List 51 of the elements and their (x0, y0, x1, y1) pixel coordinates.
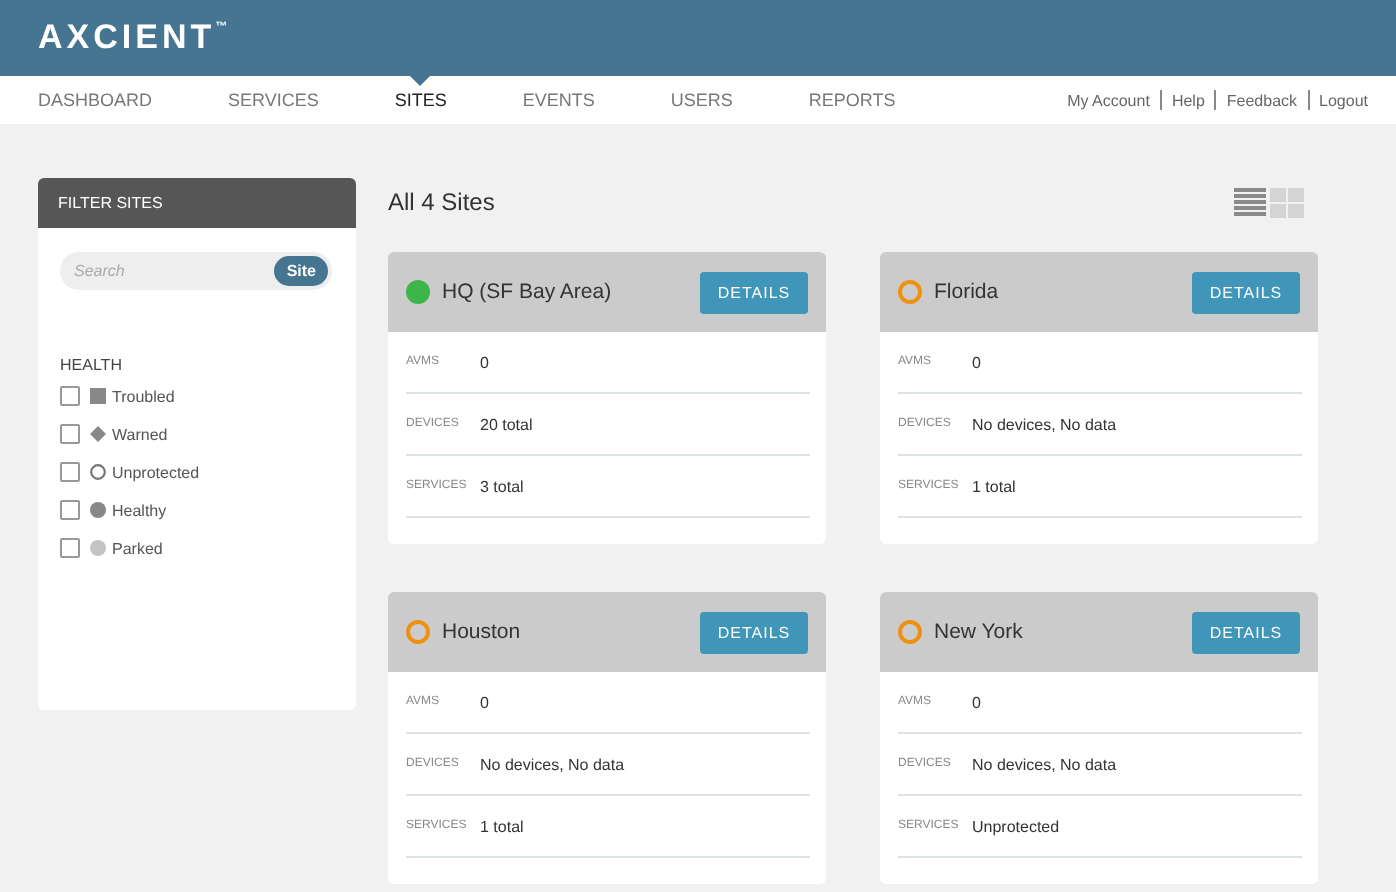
nav-tab[interactable]: USERS (670, 76, 733, 124)
square-icon (90, 388, 106, 404)
account-link[interactable]: My Account (1067, 91, 1150, 109)
row-value: 0 (972, 353, 981, 371)
filter-label: Healthy (112, 501, 167, 519)
filter-label: Parked (112, 539, 163, 557)
nav-tab[interactable]: SERVICES (228, 76, 319, 124)
site-name: HQ (SF Bay Area) (442, 280, 614, 304)
checkbox[interactable] (60, 500, 80, 520)
nav-tab[interactable]: EVENTS (522, 76, 595, 124)
row-value: Unprotected (972, 817, 1060, 835)
details-button[interactable]: DETAILS (1192, 611, 1300, 653)
diamond-icon (90, 426, 106, 442)
dot-icon (90, 502, 106, 518)
page-title: All 4 Sites (388, 188, 495, 216)
site-name: Houston (442, 620, 523, 644)
section-heading: HEALTH (60, 356, 124, 374)
checkbox[interactable] (60, 386, 80, 406)
filter-label: Unprotected (112, 463, 200, 481)
row-value: 0 (480, 693, 489, 711)
dot-icon (90, 540, 106, 556)
row-value: No devices, No data (972, 755, 1117, 773)
row-value: 1 total (972, 477, 1016, 495)
details-button[interactable]: DETAILS (1192, 271, 1300, 313)
row-value: 0 (480, 353, 489, 371)
filter-label: Troubled (112, 387, 175, 405)
account-link[interactable]: Feedback (1226, 91, 1298, 109)
row-value: No devices, No data (480, 755, 625, 773)
row-value: 20 total (480, 415, 533, 433)
nav-tab[interactable]: SITES (394, 76, 447, 124)
panel-title: FILTER SITES (38, 178, 356, 228)
account-link[interactable]: Logout (1319, 91, 1368, 109)
row-value: 3 total (480, 477, 524, 495)
search-field[interactable]: Search Site (60, 252, 332, 290)
account-link[interactable]: Help (1171, 91, 1205, 109)
list-view-icon[interactable] (1234, 187, 1266, 217)
checkbox[interactable] (60, 462, 80, 482)
row-value: 0 (972, 693, 981, 711)
row-value: No devices, No data (972, 415, 1117, 433)
details-button[interactable]: DETAILS (700, 611, 808, 653)
row-value: 1 total (480, 817, 524, 835)
circle-icon (90, 464, 106, 480)
nav-tab[interactable]: REPORTS (808, 76, 896, 124)
nav-tab[interactable]: DASHBOARD (38, 76, 153, 124)
filter-label: Warned (112, 425, 168, 443)
site-name: New York (934, 620, 1025, 644)
checkbox[interactable] (60, 424, 80, 444)
site-button[interactable]: Site (274, 256, 328, 286)
details-button[interactable]: DETAILS (700, 271, 808, 313)
site-name: Florida (934, 280, 1001, 304)
checkbox[interactable] (60, 538, 80, 558)
